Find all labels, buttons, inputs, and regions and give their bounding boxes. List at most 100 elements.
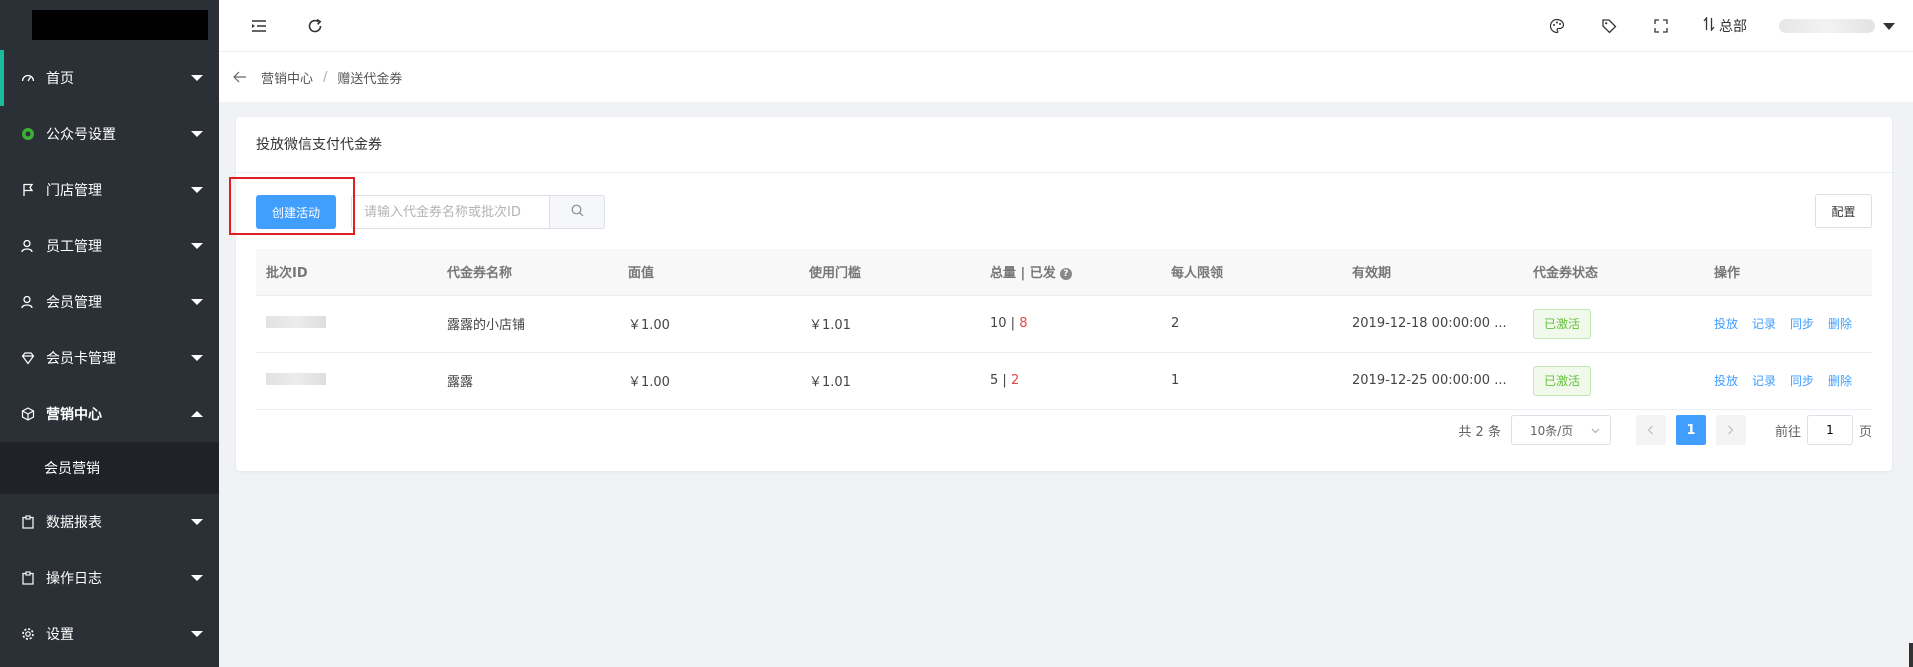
annotation-highlight [229,177,355,235]
goto-page-input[interactable] [1806,415,1853,445]
chevron-up-icon [191,411,203,417]
log-icon [20,570,36,586]
status-badge: 已激活 [1533,365,1592,396]
branch-label: 总部 [1719,19,1747,35]
dashboard-icon [20,70,36,86]
cell-total-issued: 5 | 2 [980,352,1161,410]
col-threshold: 使用门槛 [799,249,980,296]
sidebar-item-settings[interactable]: 设置 [0,606,219,662]
cell-actions: 投放 记录 同步 删除 [1704,295,1872,353]
chevron-down-icon [191,299,203,305]
tag-icon[interactable] [1599,16,1619,36]
user-icon [20,238,36,254]
chevron-down-icon [191,75,203,81]
sidebar-subitem-label: 会员营销 [44,461,100,477]
cell-batch-id [256,352,437,410]
records-link[interactable]: 记录 [1752,317,1776,331]
goto-prefix: 前往 [1774,424,1801,440]
batch-id-redacted [266,372,326,385]
chevron-down-icon [191,243,203,249]
config-button[interactable]: 配置 [1815,194,1872,228]
branch-switcher[interactable]: 总部 [1703,16,1747,36]
deliver-link[interactable]: 投放 [1714,317,1738,331]
goto-page: 前往 页 [1775,415,1872,445]
sync-link[interactable]: 同步 [1790,374,1814,388]
total-divider: | [998,373,1011,388]
col-limit: 每人限领 [1161,249,1342,296]
sidebar-item-staff[interactable]: 员工管理 [0,218,219,274]
sidebar-item-member-card[interactable]: 会员卡管理 [0,330,219,386]
wechat-icon [20,126,36,142]
sidebar-item-home[interactable]: 首页 [0,50,219,106]
chevron-down-icon [1591,423,1600,437]
brand-logo[interactable] [0,0,219,50]
prev-page-button[interactable] [1635,415,1666,445]
cell-validity: 2019-12-18 00:00:00 ... [1342,295,1523,353]
menu-collapse-icon[interactable] [249,16,269,36]
switch-icon [1703,16,1715,35]
delete-link[interactable]: 删除 [1828,374,1852,388]
help-icon[interactable]: ? [1059,267,1072,280]
delete-link[interactable]: 删除 [1828,317,1852,331]
palette-icon[interactable] [1547,16,1567,36]
issued-count: 2 [1010,373,1020,388]
page-number-current[interactable]: 1 [1675,415,1706,445]
col-total-issued: 总量 | 已发? [980,249,1161,296]
deliver-link[interactable]: 投放 [1714,374,1738,388]
sidebar-item-label: 会员管理 [46,295,102,311]
sidebar-item-reports[interactable]: 数据报表 [0,494,219,550]
cell-total-issued: 10 | 8 [980,295,1161,353]
col-coupon-name: 代金券名称 [437,249,618,296]
back-arrow-icon[interactable] [233,71,261,83]
cell-name: 露露 [437,352,618,410]
sidebar-item-members[interactable]: 会员管理 [0,274,219,330]
sidebar-item-label: 营销中心 [46,407,102,423]
chevron-down-icon [191,131,203,137]
search-input[interactable] [352,196,549,228]
status-badge: 已激活 [1533,308,1592,339]
flag-icon [20,182,36,198]
search-button[interactable] [549,196,604,228]
records-link[interactable]: 记录 [1752,374,1776,388]
sidebar-item-label: 会员卡管理 [46,351,116,367]
total-divider: | [1006,316,1020,331]
validity-text: 2019-12-18 00:00:00 ... [1352,316,1507,331]
breadcrumb-separator: / [323,69,328,85]
cell-name: 露露的小店铺 [437,295,618,353]
col-validity: 有效期 [1342,249,1523,296]
table-row: 露露的小店铺 ￥1.00 ￥1.01 10 | 8 2 2019-12-18 0… [256,295,1872,353]
sidebar-item-wechat-settings[interactable]: 公众号设置 [0,106,219,162]
page-size-select[interactable]: 10条/页 [1510,415,1611,445]
batch-id-redacted [266,315,326,328]
caret-down-icon [1883,22,1895,30]
sidebar-item-label: 门店管理 [46,183,102,199]
col-total-issued-label: 总量 | 已发 [990,266,1056,282]
sidebar-item-store[interactable]: 门店管理 [0,162,219,218]
cell-status: 已激活 [1523,295,1704,353]
sidebar-item-marketing[interactable]: 营销中心 [0,386,219,442]
sidebar-item-label: 公众号设置 [46,127,116,143]
sync-link[interactable]: 同步 [1790,317,1814,331]
sidebar: 首页 公众号设置 门店管理 员工管理 会员管理 会员卡管理 营销中心 会员营销 … [0,0,219,667]
top-bar: 总部 [219,0,1913,52]
coupon-table: 批次ID 代金券名称 面值 使用门槛 总量 | 已发? 每人限领 有效期 代金券… [256,249,1872,410]
cell-limit: 1 [1161,352,1342,410]
breadcrumb-parent[interactable]: 营销中心 [261,68,313,87]
breadcrumb-current: 赠送代金券 [337,71,403,87]
sidebar-item-label: 首页 [46,71,74,87]
search-icon [571,204,584,221]
sidebar-subitem-member-marketing[interactable]: 会员营销 [0,442,219,494]
user-menu[interactable] [1779,19,1895,33]
username-redacted [1779,19,1875,33]
refresh-icon[interactable] [305,16,325,36]
next-page-button[interactable] [1715,415,1746,445]
sidebar-item-logs[interactable]: 操作日志 [0,550,219,606]
fullscreen-icon[interactable] [1651,16,1671,36]
report-icon [20,514,36,530]
col-batch-id: 批次ID [256,249,437,296]
page-size-value: 10条/页 [1529,423,1574,438]
scrollbar-corner[interactable] [1909,643,1913,667]
chevron-down-icon [191,519,203,525]
cell-validity: 2019-12-25 00:00:00 ... [1342,352,1523,410]
goto-suffix: 页 [1858,424,1872,440]
